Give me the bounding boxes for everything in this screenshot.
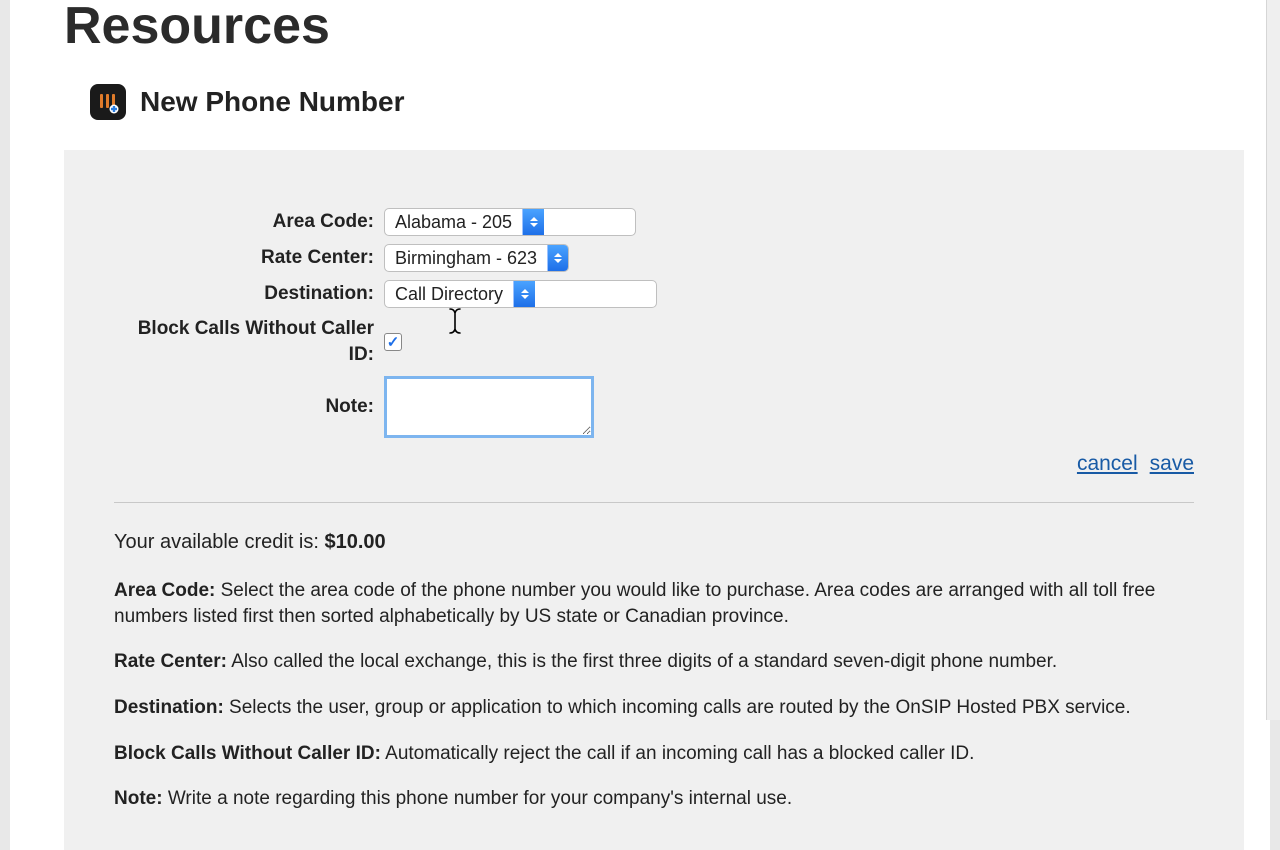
- area-code-value: Alabama - 205: [385, 209, 522, 235]
- scrollbar-vertical[interactable]: [1266, 0, 1280, 720]
- help-rate-center: Rate Center: Also called the local excha…: [114, 649, 1184, 675]
- help-area-code: Area Code: Select the area code of the p…: [114, 578, 1184, 629]
- credit-line: Your available credit is: $10.00: [114, 531, 1194, 554]
- rate-center-label: Rate Center:: [114, 245, 384, 271]
- help-term: Area Code:: [114, 580, 215, 601]
- credit-prefix: Your available credit is:: [114, 531, 325, 553]
- area-code-label: Area Code:: [114, 209, 384, 235]
- area-code-select[interactable]: Alabama - 205: [384, 208, 636, 236]
- note-textarea[interactable]: [384, 376, 594, 438]
- note-label: Note:: [114, 376, 384, 420]
- help-text: Also called the local exchange, this is …: [227, 651, 1057, 672]
- rate-center-select[interactable]: Birmingham - 623: [384, 244, 569, 272]
- cancel-link[interactable]: cancel: [1077, 452, 1138, 476]
- block-no-cid-checkbox[interactable]: ✓: [384, 333, 402, 351]
- divider: [114, 502, 1194, 503]
- help-term: Note:: [114, 788, 163, 809]
- help-text: Select the area code of the phone number…: [114, 580, 1155, 627]
- save-link[interactable]: save: [1150, 452, 1194, 476]
- destination-value: Call Directory: [385, 281, 513, 307]
- subtitle-row: New Phone Number: [10, 52, 1270, 120]
- help-term: Destination:: [114, 697, 224, 718]
- chevron-updown-icon: [522, 209, 544, 235]
- help-term: Block Calls Without Caller ID:: [114, 743, 381, 764]
- help-text: Automatically reject the call if an inco…: [381, 743, 975, 764]
- chevron-updown-icon: [513, 281, 535, 307]
- form-panel: Area Code: Alabama - 205 Rate Center: Bi…: [64, 150, 1244, 850]
- help-term: Rate Center:: [114, 651, 227, 672]
- help-text: Write a note regarding this phone number…: [163, 788, 793, 809]
- help-block-no-cid: Block Calls Without Caller ID: Automatic…: [114, 741, 1184, 767]
- page-title: Resources: [10, 0, 1270, 52]
- rate-center-value: Birmingham - 623: [385, 245, 547, 271]
- destination-label: Destination:: [114, 281, 384, 307]
- help-destination: Destination: Selects the user, group or …: [114, 695, 1184, 721]
- chevron-updown-icon: [547, 245, 568, 271]
- destination-select[interactable]: Call Directory: [384, 280, 657, 308]
- help-note: Note: Write a note regarding this phone …: [114, 786, 1184, 812]
- block-no-cid-label: Block Calls Without Caller ID:: [114, 316, 384, 368]
- subtitle: New Phone Number: [140, 86, 404, 118]
- credit-amount: $10.00: [325, 531, 386, 553]
- help-text: Selects the user, group or application t…: [224, 697, 1131, 718]
- app-icon: [90, 84, 126, 120]
